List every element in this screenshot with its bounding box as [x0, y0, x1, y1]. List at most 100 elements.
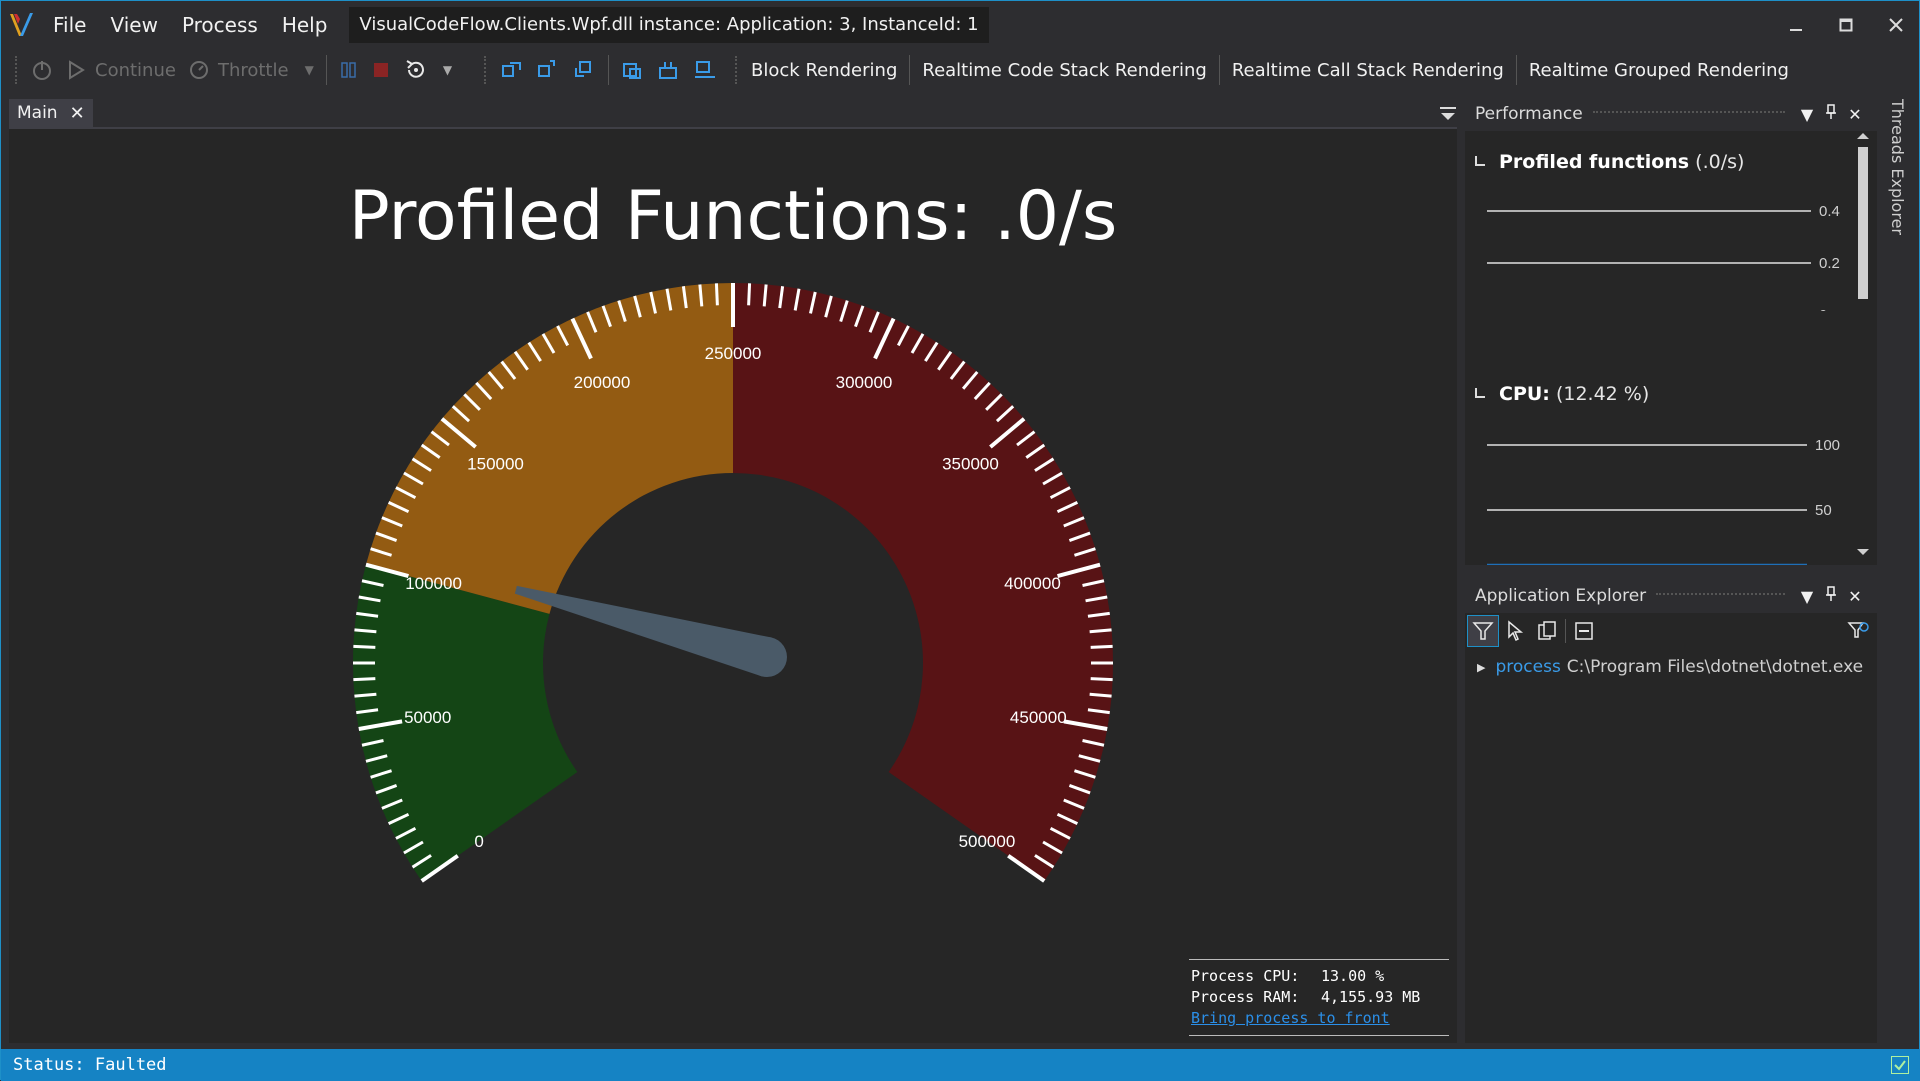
settings-button[interactable] — [1843, 615, 1875, 647]
step-into-button[interactable] — [494, 54, 530, 86]
collapse-icon[interactable] — [1475, 156, 1485, 166]
step-out-button[interactable] — [566, 54, 602, 86]
chart-tick-label: 50 — [1815, 502, 1832, 519]
panel-menu-icon[interactable]: ▼ — [1795, 587, 1819, 606]
close-icon — [1889, 18, 1903, 32]
close-tab-icon[interactable]: ✕ — [70, 103, 85, 124]
close-panel-icon[interactable]: ✕ — [1843, 587, 1867, 606]
menu-file[interactable]: File — [41, 13, 98, 37]
continue-button[interactable]: Continue — [59, 54, 182, 86]
collapse-icon[interactable] — [1475, 388, 1485, 398]
toolbar-separator — [1565, 619, 1566, 643]
gauge-needle-hub — [747, 637, 787, 677]
gauge-tick-label: 450000 — [1010, 708, 1067, 727]
scroll-down-icon[interactable] — [1857, 549, 1869, 555]
toolbar-separator — [1218, 55, 1220, 85]
chevron-down-icon: ▼ — [304, 63, 314, 77]
process-type-label: process — [1495, 657, 1561, 677]
throttle-label: Throttle — [217, 59, 289, 81]
performance-panel-title: Performance — [1475, 104, 1583, 124]
panel-drag-grip[interactable] — [1592, 111, 1785, 117]
performance-scrollbar[interactable] — [1855, 131, 1871, 565]
performance-panel: Performance ▼ ✕ Profiled functions (.0/s… — [1465, 97, 1877, 565]
gauge-tick-label: 300000 — [836, 373, 893, 392]
cpu-chart: 100 50 — [1487, 437, 1840, 565]
chart-tick-label: 0.4 — [1819, 203, 1840, 220]
step-into-icon — [502, 62, 522, 77]
gauge-tick-label: 50000 — [404, 708, 451, 727]
gauge-needle — [514, 585, 773, 677]
block-rendering-button[interactable]: Block Rendering — [745, 60, 903, 81]
filter-button[interactable] — [1467, 615, 1499, 647]
pin-icon[interactable] — [1819, 104, 1843, 124]
toolbar-separator — [325, 55, 327, 85]
pause-button[interactable] — [333, 54, 365, 86]
realtime-grouped-button[interactable]: Realtime Grouped Rendering — [1523, 60, 1795, 81]
select-cursor-button[interactable] — [1499, 615, 1531, 647]
maximize-icon — [1839, 18, 1853, 32]
expand-frames-button[interactable] — [615, 54, 651, 86]
expand-arrow-icon[interactable]: ▶ — [1477, 661, 1485, 674]
cursor-icon — [1508, 620, 1524, 642]
process-tree-item[interactable]: ▶ process C:\Program Files\dotnet\dotnet… — [1465, 649, 1877, 685]
menu-view[interactable]: View — [98, 13, 169, 37]
collapse-all-button[interactable] — [1568, 615, 1600, 647]
toolbar-grip[interactable] — [735, 56, 739, 84]
power-icon — [33, 61, 51, 80]
align-frames-button[interactable] — [687, 54, 723, 86]
collapse-frames-button[interactable] — [651, 54, 687, 86]
toolbar-grip[interactable] — [484, 56, 488, 84]
application-explorer-panel: Application Explorer ▼ ✕ ▶ process C:\Pr… — [1465, 579, 1877, 1043]
power-button[interactable] — [25, 54, 59, 86]
gauge-minor-tick — [354, 692, 377, 698]
status-check-icon — [1891, 1056, 1909, 1074]
continue-label: Continue — [95, 59, 176, 81]
process-cpu-value: 13.00 % — [1321, 967, 1385, 985]
toolbar-grip[interactable] — [15, 56, 19, 84]
gauge-tick-label: 250000 — [705, 344, 762, 363]
gauge-zone-1 — [365, 283, 733, 614]
panel-drag-grip[interactable] — [1656, 593, 1785, 599]
play-icon — [69, 60, 85, 80]
gauge-minor-tick — [353, 677, 376, 682]
process-ram-row: Process RAM: 4,155.93 MB — [1191, 987, 1447, 1008]
gauge-tick-label: 100000 — [405, 574, 462, 593]
menu-help[interactable]: Help — [270, 13, 340, 37]
gauge-icon — [189, 61, 208, 79]
process-ram-label: Process RAM: — [1191, 988, 1300, 1006]
radial-gauge: 0 50000 100000 150000 200000 250000 300000 3500… — [353, 283, 1114, 883]
profiled-functions-header[interactable]: Profiled functions (.0/s) — [1475, 151, 1744, 173]
toolbar-separator — [608, 55, 610, 85]
threads-explorer-tab[interactable]: Threads Explorer — [1885, 97, 1909, 277]
scroll-thumb[interactable] — [1858, 147, 1868, 299]
bring-process-to-front-link[interactable]: Bring process to front — [1191, 1008, 1447, 1029]
gauge-minor-tick — [353, 644, 376, 649]
step-over-icon — [538, 60, 556, 77]
tab-main[interactable]: Main ✕ — [9, 99, 93, 127]
document-list-button[interactable] — [1437, 101, 1459, 123]
maximize-button[interactable] — [1821, 1, 1871, 49]
scroll-up-icon[interactable] — [1857, 133, 1869, 139]
cpu-header[interactable]: CPU: (12.42 %) — [1475, 383, 1649, 405]
throttle-button[interactable]: Throttle ▼ — [182, 54, 320, 86]
minimize-button[interactable] — [1771, 1, 1821, 49]
pin-icon[interactable] — [1819, 586, 1843, 606]
realtime-call-stack-button[interactable]: Realtime Call Stack Rendering — [1226, 60, 1510, 81]
close-panel-icon[interactable]: ✕ — [1843, 105, 1867, 124]
realtime-code-stack-button[interactable]: Realtime Code Stack Rendering — [916, 60, 1212, 81]
toolbar: Continue Throttle ▼ ▼ Block Rendering Re… — [1, 49, 1920, 91]
close-window-button[interactable] — [1871, 1, 1920, 49]
step-over-button[interactable] — [530, 54, 566, 86]
gauge-minor-tick — [747, 283, 752, 306]
process-ram-value: 4,155.93 MB — [1321, 988, 1421, 1006]
process-info-panel: Process CPU: 13.00 % Process RAM: 4,155.… — [1189, 959, 1449, 1036]
menu-process[interactable]: Process — [170, 13, 270, 37]
process-path: C:\Program Files\dotnet\dotnet.exe — [1566, 657, 1864, 677]
copy-button[interactable] — [1531, 615, 1563, 647]
stop-icon — [373, 63, 388, 77]
gauge-tick-label: 200000 — [574, 373, 631, 392]
panel-menu-icon[interactable]: ▼ — [1795, 105, 1819, 124]
stop-button[interactable] — [365, 54, 397, 86]
restart-button[interactable]: ▼ — [397, 54, 458, 86]
frames-icon — [623, 63, 642, 79]
